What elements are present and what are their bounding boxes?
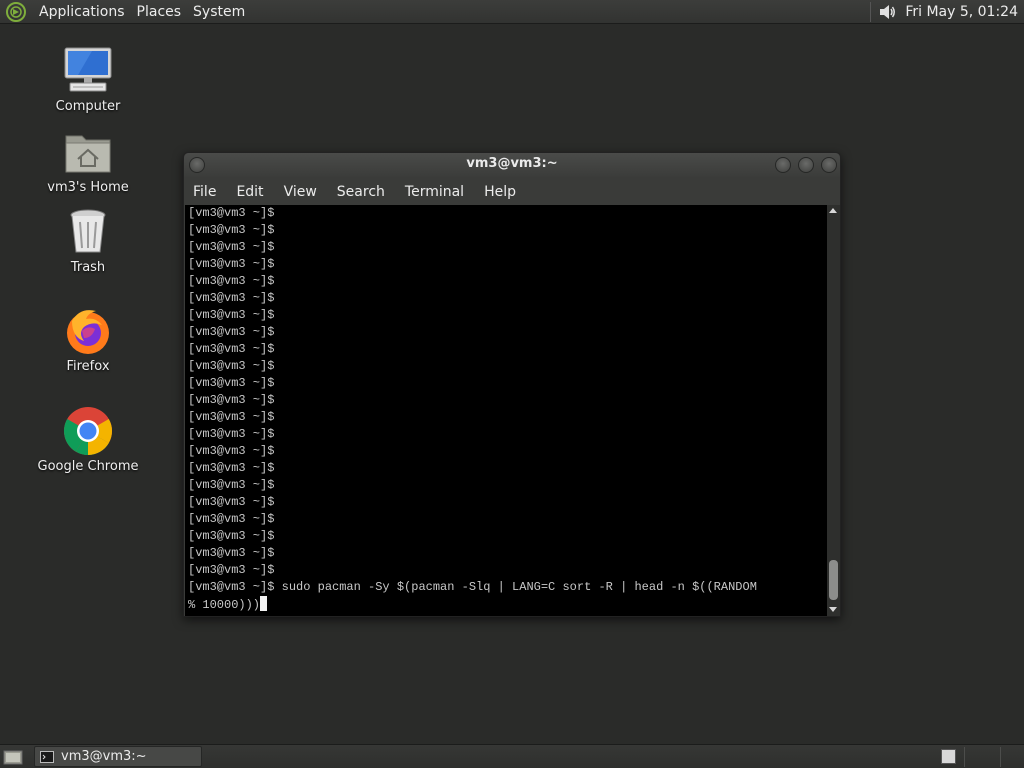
- clock[interactable]: Fri May 5, 01:24: [905, 4, 1024, 20]
- terminal-prompt-line: [vm3@vm3 ~]$: [188, 461, 275, 475]
- desktop-icon-label: Firefox: [66, 359, 110, 374]
- terminal-prompt-line: [vm3@vm3 ~]$: [188, 410, 275, 424]
- scroll-down-arrow-icon[interactable]: [829, 607, 837, 612]
- terminal-window[interactable]: vm3@vm3:~ File Edit View Search Terminal…: [183, 152, 841, 617]
- panel-separator: [1000, 747, 1001, 767]
- desktop-icon-trash[interactable]: Trash: [28, 206, 148, 276]
- desktop-icon-firefox[interactable]: Firefox: [28, 305, 148, 375]
- desktop-icon-label: Google Chrome: [37, 459, 139, 474]
- tray-separator: [870, 2, 872, 22]
- terminal-output[interactable]: [vm3@vm3 ~]$ [vm3@vm3 ~]$ [vm3@vm3 ~]$ [vm3…: [185, 205, 827, 616]
- terminal-prompt-line: [vm3@vm3 ~]$: [188, 478, 275, 492]
- menu-edit[interactable]: Edit: [226, 180, 273, 204]
- terminal-prompt-line: [vm3@vm3 ~]$: [188, 512, 275, 526]
- terminal-prompt-line: [vm3@vm3 ~]$: [188, 274, 275, 288]
- trash-icon: [70, 209, 106, 253]
- terminal-prompt-line: [vm3@vm3 ~]$: [188, 393, 275, 407]
- chrome-icon: [63, 407, 113, 456]
- system-menu[interactable]: System: [187, 1, 251, 23]
- places-menu[interactable]: Places: [131, 1, 188, 23]
- menu-file[interactable]: File: [184, 180, 226, 204]
- desktop-icon-label: Trash: [70, 260, 106, 275]
- menu-terminal[interactable]: Terminal: [395, 180, 474, 204]
- panel-separator: [964, 747, 965, 767]
- terminal-prompt-line: [vm3@vm3 ~]$: [188, 563, 275, 577]
- terminal-prompt-line: [vm3@vm3 ~]$: [188, 546, 275, 560]
- terminal-prompt-line: [vm3@vm3 ~]$: [188, 325, 275, 339]
- terminal-prompt-line: [vm3@vm3 ~]$: [188, 359, 275, 373]
- terminal-prompt-line: [vm3@vm3 ~]$: [188, 291, 275, 305]
- terminal-prompt-line: [vm3@vm3 ~]$: [188, 240, 275, 254]
- taskbar-terminal-button[interactable]: vm3@vm3:~: [34, 746, 202, 767]
- maximize-button[interactable]: [798, 157, 814, 173]
- terminal-command-line: [vm3@vm3 ~]$ sudo pacman -Sy $(pacman -S…: [188, 580, 757, 594]
- terminal-prompt-line: [vm3@vm3 ~]$: [188, 257, 275, 271]
- taskbar-terminal-label: vm3@vm3:~: [61, 749, 147, 764]
- desktop-icon-computer[interactable]: Computer: [28, 45, 148, 115]
- terminal-prompt-line: [vm3@vm3 ~]$: [188, 342, 275, 356]
- terminal-prompt-line: [vm3@vm3 ~]$: [188, 529, 275, 543]
- terminal-command-line-wrap: % 10000))): [188, 596, 827, 613]
- terminal-command-continuation: % 10000))): [188, 598, 261, 612]
- scroll-thumb[interactable]: [829, 560, 838, 600]
- scroll-up-arrow-icon[interactable]: [829, 208, 837, 213]
- home-folder-icon: [65, 135, 111, 173]
- terminal-prompt-line: [vm3@vm3 ~]$: [188, 427, 275, 441]
- desktop-icon-label: Computer: [55, 99, 121, 114]
- minimize-button[interactable]: [775, 157, 791, 173]
- applications-menu[interactable]: Applications: [33, 1, 131, 23]
- terminal-prompt-line: [vm3@vm3 ~]$: [188, 206, 275, 220]
- computer-icon: [64, 47, 112, 92]
- workspace-switcher[interactable]: [941, 749, 956, 764]
- menu-search[interactable]: Search: [327, 180, 395, 204]
- system-tray: Fri May 5, 01:24: [870, 0, 1024, 24]
- desktop-icon-home[interactable]: vm3's Home: [28, 126, 148, 196]
- terminal-prompt-line: [vm3@vm3 ~]$: [188, 376, 275, 390]
- volume-icon[interactable]: [877, 2, 897, 22]
- terminal-prompt-line: [vm3@vm3 ~]$: [188, 495, 275, 509]
- terminal-prompt-line: [vm3@vm3 ~]$: [188, 223, 275, 237]
- desktop-icon-label: vm3's Home: [47, 180, 129, 195]
- distro-logo-icon[interactable]: [5, 1, 27, 23]
- terminal-scrollbar[interactable]: [827, 205, 840, 616]
- terminal-prompt-line: [vm3@vm3 ~]$: [188, 308, 275, 322]
- close-button[interactable]: [821, 157, 837, 173]
- top-panel: Applications Places System Fri May 5, 01…: [0, 0, 1024, 24]
- terminal-menubar: File Edit View Search Terminal Help: [184, 179, 840, 204]
- terminal-cursor: [260, 596, 268, 611]
- firefox-icon: [67, 310, 109, 354]
- menu-view[interactable]: View: [274, 180, 327, 204]
- terminal-icon: [40, 750, 54, 763]
- bottom-panel: vm3@vm3:~: [0, 744, 1024, 768]
- desktop-icon-chrome[interactable]: Google Chrome: [28, 405, 148, 475]
- terminal-window-title: vm3@vm3:~: [466, 156, 558, 171]
- terminal-prompt-line: [vm3@vm3 ~]$: [188, 444, 275, 458]
- terminal-titlebar[interactable]: vm3@vm3:~: [184, 153, 840, 177]
- show-desktop-icon[interactable]: [3, 748, 23, 766]
- menu-help[interactable]: Help: [474, 180, 526, 204]
